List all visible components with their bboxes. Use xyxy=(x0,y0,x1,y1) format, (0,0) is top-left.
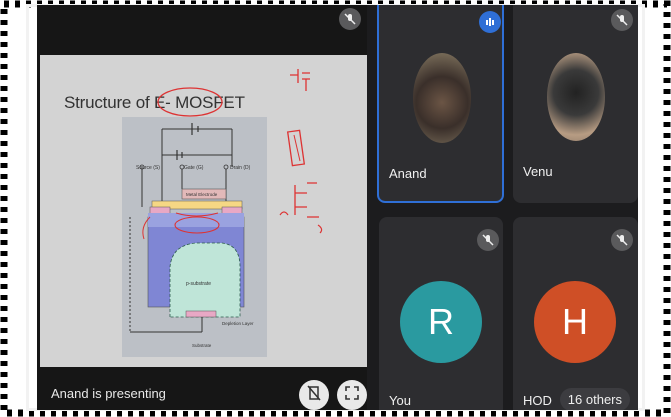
mosfet-diagram: Source (S) Gate (G) Drain (D) Metal Elec… xyxy=(122,117,267,357)
shared-slide: Structure of E- MOSFET Source (S) Gate (… xyxy=(40,55,367,367)
participant-name: Venu xyxy=(523,164,553,179)
svg-text:Depletion Layer: Depletion Layer xyxy=(222,321,254,326)
participant-name: You xyxy=(389,393,411,408)
avatar-hod: H xyxy=(534,281,616,363)
drain-label: Drain (D) xyxy=(230,165,251,171)
avatar-anand xyxy=(413,53,471,143)
participant-name: Anand xyxy=(389,166,427,181)
participant-tile-anand[interactable]: Anand xyxy=(377,5,504,203)
mic-off-icon xyxy=(611,229,633,251)
stop-presenting-button[interactable] xyxy=(299,380,329,410)
avatar-you: R xyxy=(400,281,482,363)
svg-text:p-substrate: p-substrate xyxy=(186,281,211,287)
participant-tile-you[interactable]: R You xyxy=(379,217,503,410)
participant-tile-hod[interactable]: H HOD 16 others xyxy=(513,217,638,410)
others-count-button[interactable]: 16 others xyxy=(559,388,630,410)
avatar-venu xyxy=(547,53,605,141)
presentation-off-icon xyxy=(307,385,321,406)
svg-text:Metal Electrode: Metal Electrode xyxy=(186,192,218,197)
mic-off-icon xyxy=(611,9,633,31)
fullscreen-icon xyxy=(345,385,359,405)
gate-label: Gate (G) xyxy=(184,165,204,171)
svg-text:Substrate: Substrate xyxy=(192,343,212,348)
mic-off-icon xyxy=(477,229,499,251)
mic-off-icon[interactable] xyxy=(339,8,361,30)
presenting-status: Anand is presenting xyxy=(51,386,166,401)
participant-name: HOD xyxy=(523,393,552,408)
fullscreen-button[interactable] xyxy=(337,380,367,410)
audio-level-icon xyxy=(479,11,501,33)
presentation-area: Structure of E- MOSFET Source (S) Gate (… xyxy=(37,5,367,410)
meeting-screen: Structure of E- MOSFET Source (S) Gate (… xyxy=(37,5,638,410)
source-label: Source (S) xyxy=(136,165,160,171)
participant-tile-venu[interactable]: Venu xyxy=(513,5,638,203)
